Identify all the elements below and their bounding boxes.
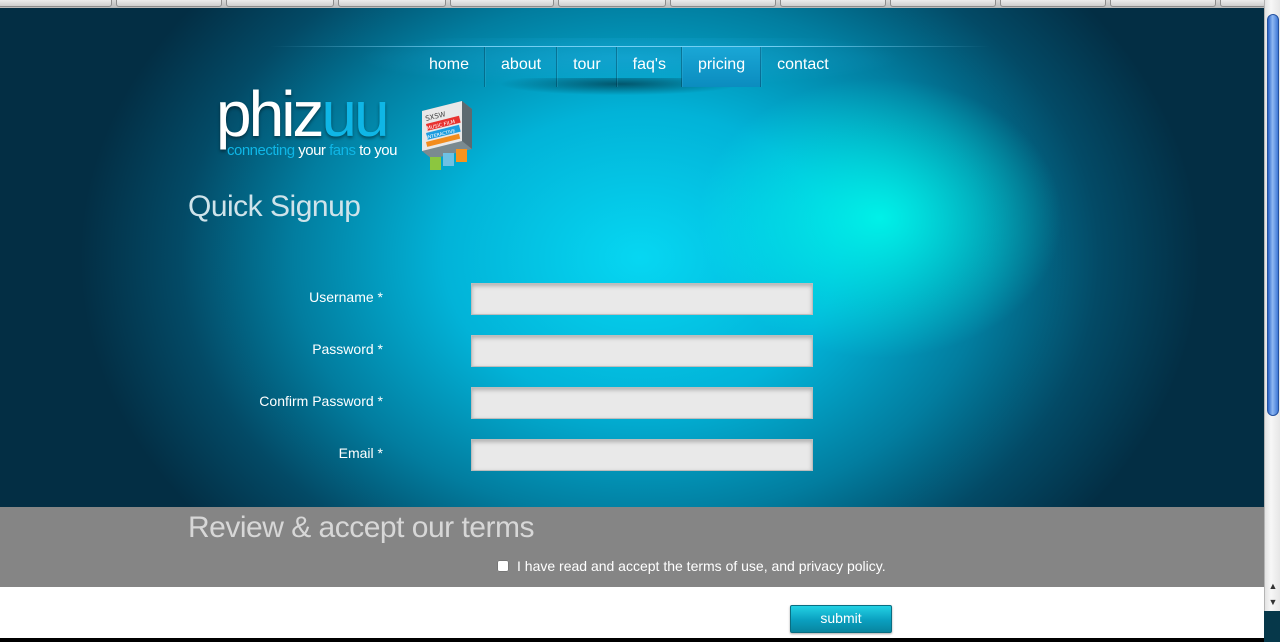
browser-tab[interactable] bbox=[116, 0, 222, 7]
window-bottom-edge bbox=[0, 638, 1264, 642]
nav-item-home[interactable]: home bbox=[414, 47, 486, 87]
browser-tab[interactable] bbox=[338, 0, 446, 7]
browser-tab[interactable] bbox=[780, 0, 886, 7]
sxsw-badge-icon: SXSW MUSIC FILM INTERACTIVE bbox=[422, 101, 472, 170]
email-input[interactable] bbox=[471, 439, 813, 471]
confirm-password-label: Confirm Password * bbox=[259, 393, 383, 409]
logo-tagline: connecting your fans to you bbox=[227, 142, 397, 159]
password-input[interactable] bbox=[471, 335, 813, 367]
tagline-part-2: your bbox=[298, 142, 330, 159]
vertical-scrollbar[interactable]: ▲ ▼ bbox=[1264, 0, 1280, 611]
browser-tab[interactable] bbox=[1220, 0, 1266, 7]
browser-tab[interactable] bbox=[1110, 0, 1216, 7]
browser-tab[interactable] bbox=[0, 0, 112, 7]
logo-wordmark: phizuu bbox=[216, 82, 390, 146]
nav-item-tour[interactable]: tour bbox=[557, 47, 617, 87]
browser-tab[interactable] bbox=[890, 0, 996, 7]
scroll-down-arrow-icon[interactable]: ▼ bbox=[1265, 595, 1280, 609]
username-label: Username * bbox=[309, 289, 383, 305]
terms-section: Review & accept our terms I have read an… bbox=[0, 507, 1264, 587]
logo-word-main: phiz bbox=[216, 78, 324, 150]
browser-tab[interactable] bbox=[670, 0, 776, 7]
main-nav: home about tour faq's pricing contact bbox=[414, 47, 844, 87]
nav-item-contact[interactable]: contact bbox=[761, 47, 844, 87]
logo-word-accent: uu bbox=[321, 78, 389, 150]
nav-item-about[interactable]: about bbox=[485, 47, 558, 87]
scroll-up-arrow-icon[interactable]: ▲ bbox=[1265, 579, 1280, 593]
password-label: Password * bbox=[312, 341, 383, 357]
browser-tab[interactable] bbox=[1000, 0, 1106, 7]
terms-checkbox-label[interactable]: I have read and accept the terms of use,… bbox=[517, 558, 886, 574]
scrollbar-thumb[interactable] bbox=[1267, 14, 1279, 416]
confirm-password-input[interactable] bbox=[471, 387, 813, 419]
hero-background: home about tour faq's pricing contact ph… bbox=[0, 8, 1264, 507]
browser-tab[interactable] bbox=[558, 0, 666, 7]
page-title: Quick Signup bbox=[188, 190, 361, 223]
tagline-part-4: to you bbox=[359, 142, 397, 159]
tagline-part-3: fans bbox=[329, 142, 360, 159]
terms-title: Review & accept our terms bbox=[188, 511, 534, 544]
browser-tab[interactable] bbox=[450, 0, 554, 7]
submit-button[interactable]: submit bbox=[790, 605, 892, 633]
username-input[interactable] bbox=[471, 283, 813, 315]
nav-item-pricing[interactable]: pricing bbox=[681, 47, 762, 87]
browser-tab[interactable] bbox=[226, 0, 334, 7]
email-label: Email * bbox=[338, 445, 383, 461]
terms-checkbox[interactable] bbox=[497, 560, 509, 572]
tagline-part-1: connecting bbox=[227, 142, 299, 159]
window-corner bbox=[1264, 611, 1280, 642]
nav-item-faqs[interactable]: faq's bbox=[616, 47, 682, 87]
